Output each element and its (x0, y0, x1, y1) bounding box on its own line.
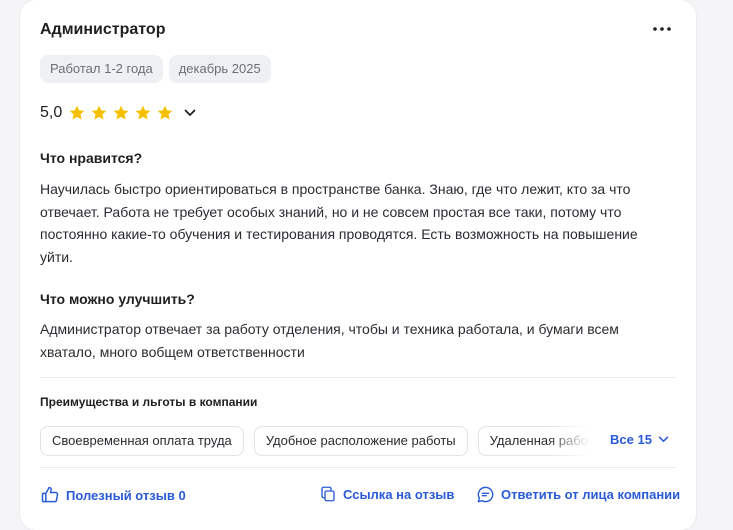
benefit-chip[interactable]: Удобное расположение работы (253, 426, 468, 456)
reply-as-company-button[interactable]: Ответить от лица компании (476, 485, 680, 504)
cons-text: Администратор отвечает за работу отделен… (40, 321, 619, 360)
review-tags: Работал 1-2 года декабрь 2025 (40, 55, 271, 83)
show-all-benefits-button[interactable]: Все 15 (610, 432, 669, 447)
divider (40, 467, 676, 468)
tag-work-duration: Работал 1-2 года (40, 55, 163, 83)
tag-review-date: декабрь 2025 (168, 55, 271, 83)
star-icon (69, 105, 85, 120)
rating-details-toggle[interactable] (184, 109, 196, 117)
rating-row: 5,0 (40, 101, 196, 125)
star-icon (135, 105, 151, 120)
benefits-chip-list: Своевременная оплата труда Удобное распо… (40, 426, 597, 456)
star-icon (157, 105, 173, 120)
review-actions: Полезный отзыв 0 Ссылка на отзыв Ответит… (20, 485, 696, 507)
star-icon (113, 105, 129, 120)
chat-bubble-icon (477, 486, 494, 503)
copy-review-link-button[interactable]: Ссылка на отзыв (319, 485, 454, 503)
benefits-heading: Преимущества и льготы в компании (40, 395, 258, 409)
star-icon (91, 105, 107, 120)
copy-review-link-label: Ссылка на отзыв (343, 486, 455, 502)
chevron-down-icon (658, 436, 669, 443)
thumbs-up-icon (41, 486, 59, 503)
rating-value: 5,0 (40, 104, 63, 121)
benefit-chip[interactable]: Удаленная работа (477, 426, 597, 456)
review-position-title: Администратор (40, 21, 166, 38)
reply-as-company-label: Ответить от лица компании (501, 487, 681, 502)
show-all-benefits-label: Все 15 (610, 432, 652, 447)
review-card: Администратор Работал 1-2 года декабрь 2… (20, 0, 696, 530)
more-horizontal-icon (653, 27, 671, 31)
cons-heading: Что можно улучшить? (40, 291, 195, 307)
benefit-chip[interactable]: Своевременная оплата труда (40, 426, 244, 456)
pros-heading: Что нравится? (40, 150, 143, 166)
pros-text: Научилась быстро ориентироваться в прост… (40, 181, 638, 265)
more-options-button[interactable] (652, 21, 672, 37)
helpful-review-label: Полезный отзыв 0 (66, 487, 186, 503)
divider (40, 377, 676, 378)
helpful-review-button[interactable]: Полезный отзыв 0 (40, 485, 186, 505)
rating-stars (68, 104, 174, 122)
chevron-down-icon (184, 109, 196, 116)
copy-link-icon (321, 486, 335, 502)
